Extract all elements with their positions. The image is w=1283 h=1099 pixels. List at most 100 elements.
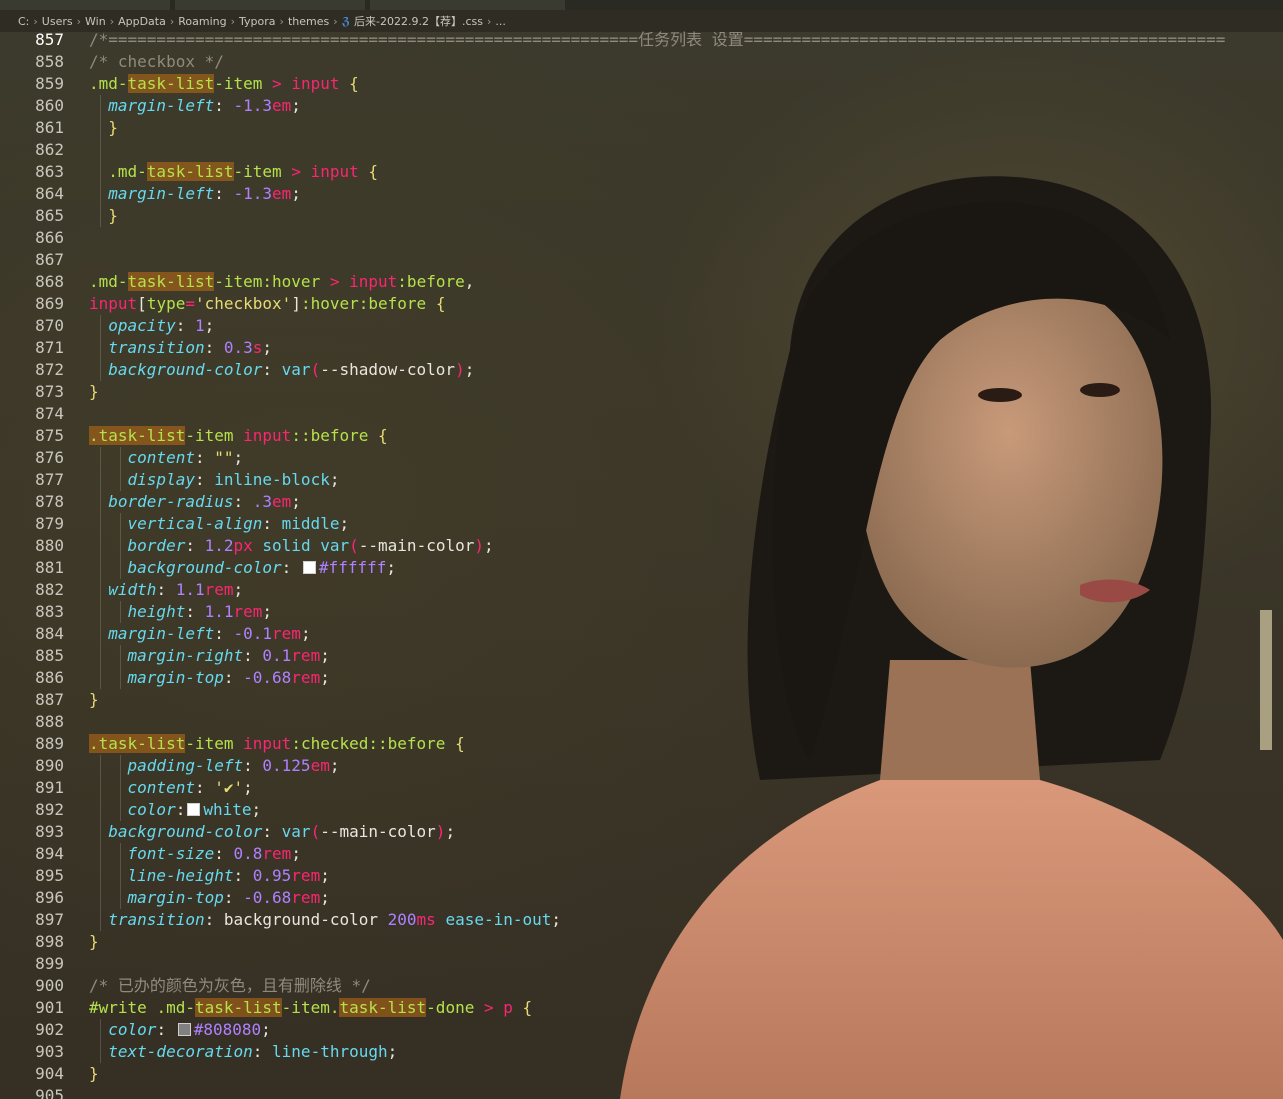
code-text: } [89,1063,99,1085]
breadcrumb-item[interactable]: Typora [239,15,276,28]
code-token: :checked::before [291,734,446,753]
code-line[interactable]: 867 [0,249,1283,271]
code-line[interactable]: 902 color: #808080; [0,1019,1283,1041]
code-line[interactable]: 892 color: white; [0,799,1283,821]
code-line[interactable]: 900 /* 已办的颜色为灰色，且有删除线 */ [0,975,1283,997]
code-line[interactable]: 865 } [0,205,1283,227]
code-line[interactable]: 883 height: 1.1rem; [0,601,1283,623]
code-line[interactable]: 862 [0,139,1283,161]
code-line[interactable]: 877 display: inline-block; [0,469,1283,491]
code-line[interactable]: 899 [0,953,1283,975]
code-token: margin-right [127,646,244,665]
code-line[interactable]: 897 transition: background-color 200ms e… [0,909,1283,931]
code-line[interactable]: 866 [0,227,1283,249]
code-line[interactable]: 886 margin-top: -0.68rem; [0,667,1283,689]
line-number: 874 [35,404,64,423]
code-line[interactable]: 878 border-radius: .3em; [0,491,1283,513]
code-line[interactable]: 885 margin-right: 0.1rem; [0,645,1283,667]
code-line[interactable]: 903 text-decoration: line-through; [0,1041,1283,1063]
editor-tab[interactable] [175,0,365,10]
breadcrumb-item[interactable]: AppData [118,15,166,28]
code-line[interactable]: 872 background-color: var(--shadow-color… [0,359,1283,381]
color-swatch[interactable] [177,1023,191,1036]
code-line[interactable]: 871 transition: 0.3s; [0,337,1283,359]
code-line[interactable]: 860 margin-left: -1.3em; [0,95,1283,117]
code-line[interactable]: 904} [0,1063,1283,1085]
breadcrumb-file[interactable]: 后来-2022.9.2【荐】.css [354,13,483,29]
code-line[interactable]: 861 } [0,117,1283,139]
code-line[interactable]: 858 /* checkbox */ [0,51,1283,73]
breadcrumb-item[interactable]: themes [288,15,329,28]
code-line[interactable]: 880 border: 1.2px solid var(--main-color… [0,535,1283,557]
code-token: > [272,74,282,93]
code-line[interactable]: 887} [0,689,1283,711]
code-token: .task-list [89,426,186,445]
breadcrumb-item[interactable]: Roaming [178,15,226,28]
code-line[interactable]: 857 /*===================================… [0,29,1283,51]
code-line[interactable]: 884 margin-left: -0.1rem; [0,623,1283,645]
code-line[interactable]: 863 .md-task-list-item > input { [0,161,1283,183]
code-line[interactable]: 905 [0,1085,1283,1099]
editor-tab[interactable] [370,0,565,10]
code-line[interactable]: 898} [0,931,1283,953]
line-number: 904 [35,1064,64,1083]
editor-tab[interactable] [0,0,170,10]
breadcrumb-item[interactable]: Users [42,15,73,28]
code-text: margin-left: -1.3em; [89,95,301,117]
code-line[interactable]: 888 [0,711,1283,733]
code-token: background-color [108,822,263,841]
breadcrumb-item[interactable]: Win [85,15,106,28]
line-number: 876 [35,448,64,467]
code-text: text-decoration: line-through; [89,1041,397,1063]
code-token: ; [261,1020,271,1039]
code-line[interactable]: 874 [0,403,1283,425]
code-token: [ [137,294,147,313]
code-line[interactable]: 864 margin-left: -1.3em; [0,183,1283,205]
code-line[interactable]: 873} [0,381,1283,403]
code-token: type [146,294,186,313]
code-token: -1.3 [233,96,273,115]
code-token: px [233,536,253,555]
code-line[interactable]: 889 .task-list-item input:checked::before… [0,733,1283,755]
code-line[interactable]: 893 background-color: var(--main-color); [0,821,1283,843]
code-line[interactable]: 894 font-size: 0.8rem; [0,843,1283,865]
code-text: /*======================================… [89,29,1225,51]
code-token: margin-left [108,184,215,203]
indent-guide [120,447,121,491]
code-editor[interactable]: 857 /*===================================… [0,29,1283,1099]
code-line[interactable]: 895 line-height: 0.95rem; [0,865,1283,887]
code-token: : [281,558,301,577]
code-token: -1.3 [233,184,273,203]
code-line[interactable]: 876 content: ""; [0,447,1283,469]
chevron-right-icon: › [486,14,492,28]
breadcrumb-item[interactable]: C: [18,15,29,28]
code-text: } [89,931,99,953]
code-token: rem [291,668,321,687]
code-line[interactable]: 891 content: '✔'; [0,777,1283,799]
code-line[interactable]: 875 .task-list-item input::before { [0,425,1283,447]
code-token: ::before [291,426,369,445]
code-line[interactable]: 870 opacity: 1; [0,315,1283,337]
code-token: -item [214,74,263,93]
code-line[interactable]: 901 #write .md-task-list-item.task-list-d… [0,997,1283,1019]
breadcrumb-symbols[interactable]: ... [495,15,506,28]
code-token: ; [262,338,273,357]
code-line[interactable]: 881 background-color: #ffffff; [0,557,1283,579]
code-line[interactable]: 890 padding-left: 0.125em; [0,755,1283,777]
code-line[interactable]: 879 vertical-align: middle; [0,513,1283,535]
code-token: : [214,844,234,863]
color-swatch[interactable] [187,803,201,816]
color-swatch[interactable] [302,561,316,574]
line-number: 899 [35,954,64,973]
code-text: .md-task-list-item > input { [89,161,378,183]
code-line[interactable]: 868 .md-task-list-item:hover > input:befo… [0,271,1283,293]
code-token: var [281,822,311,841]
code-line[interactable]: 896 margin-top: -0.68rem; [0,887,1283,909]
code-line[interactable]: 869 input[type='checkbox']:hover:before { [0,293,1283,315]
code-line[interactable]: 859 .md-task-list-item > input { [0,73,1283,95]
code-line[interactable]: 882 width: 1.1rem; [0,579,1283,601]
